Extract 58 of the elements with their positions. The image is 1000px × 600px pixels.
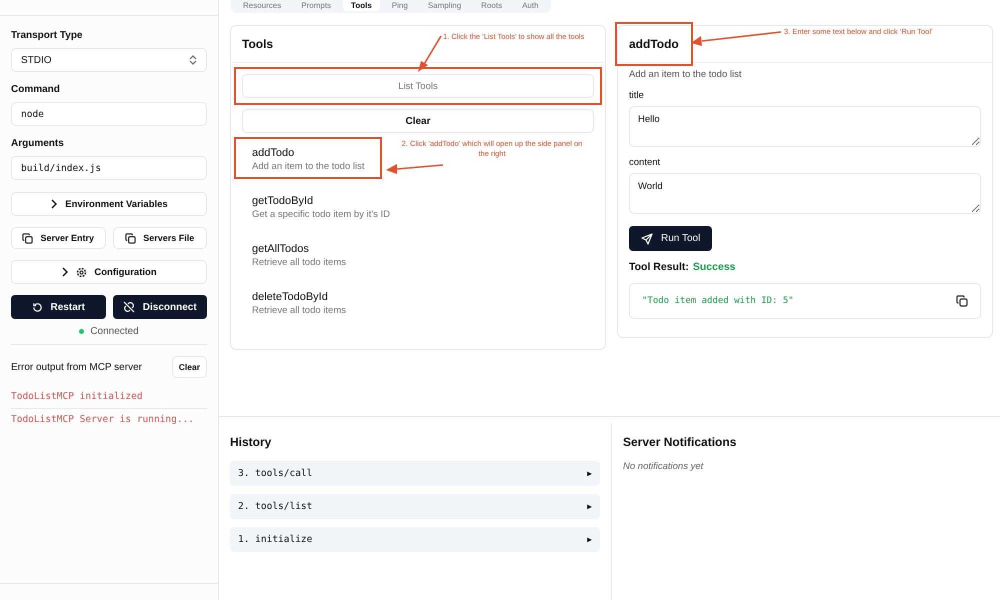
- field-label: title: [629, 90, 645, 101]
- copy-icon[interactable]: [956, 295, 968, 307]
- copy-icon: [22, 232, 34, 244]
- unplug-icon: [122, 301, 135, 313]
- panel-title: addTodo: [617, 24, 691, 64]
- result-label: Tool Result:: [629, 261, 689, 273]
- tab[interactable]: Ping: [384, 0, 416, 11]
- tool-list-item[interactable]: getAllTodos Retrieve all todo items: [236, 235, 362, 273]
- connection-status: Connected: [90, 326, 139, 337]
- error-output-title: Error output from MCP server: [11, 362, 142, 372]
- field-label: Arguments: [11, 138, 65, 149]
- empty-message: No notifications yet: [623, 461, 704, 472]
- error-line: TodoListMCP initialized: [11, 386, 207, 409]
- arguments-field[interactable]: build/index.js: [11, 156, 207, 180]
- annotation-arrow: [385, 161, 445, 175]
- copy-icon: [125, 232, 136, 244]
- field-label: content: [629, 157, 662, 168]
- servers-file-button[interactable]: Servers File: [112, 227, 207, 249]
- run-tool-button[interactable]: Run Tool: [629, 226, 712, 251]
- history-item[interactable]: 1. initialize ▶: [230, 527, 600, 552]
- restart-icon: [32, 302, 43, 312]
- tab[interactable]: Sampling: [420, 0, 470, 11]
- text-area[interactable]: Hello: [629, 106, 981, 147]
- list-tools-button[interactable]: List Tools: [242, 74, 594, 98]
- transport-select[interactable]: STDIO: [11, 48, 207, 72]
- tool-list-item[interactable]: addTodo Add an item to the todo list: [236, 139, 380, 177]
- chevron-right-icon: [61, 267, 70, 277]
- tab[interactable]: Auth: [514, 0, 547, 11]
- tab[interactable]: Roots: [473, 0, 510, 11]
- result-status: Success: [692, 261, 736, 273]
- field-label: Command: [11, 84, 61, 95]
- field-label: Transport Type: [11, 30, 84, 41]
- tool-description: Add an item to the todo list: [629, 69, 742, 80]
- history-item[interactable]: 3. tools/call ▶: [230, 461, 600, 486]
- history-item[interactable]: 2. tools/list ▶: [230, 494, 600, 519]
- environment-variables-button[interactable]: Environment Variables: [11, 192, 207, 216]
- chevron-updown-icon: [189, 55, 197, 65]
- command-field[interactable]: node: [11, 102, 207, 126]
- notifications-title: Server Notifications: [623, 435, 738, 449]
- tab[interactable]: Tools: [343, 0, 380, 11]
- tool-list-item[interactable]: getTodoById Get a specific todo item by it's ID: [236, 187, 406, 225]
- send-icon: [641, 232, 653, 244]
- tab[interactable]: Prompts: [293, 0, 340, 11]
- gear-icon: [76, 266, 88, 278]
- disconnect-button[interactable]: Disconnect: [112, 295, 207, 319]
- clear-button[interactable]: Clear: [172, 356, 207, 378]
- text-area[interactable]: World: [629, 173, 981, 214]
- clear-button[interactable]: Clear: [242, 109, 594, 133]
- tab[interactable]: Resources: [235, 0, 290, 11]
- history-title: History: [230, 435, 272, 449]
- error-line: TodoListMCP Server is running...: [11, 413, 196, 427]
- panel-title: Tools: [242, 37, 274, 51]
- server-entry-button[interactable]: Server Entry: [11, 227, 106, 249]
- configuration-button[interactable]: Configuration: [11, 260, 207, 284]
- result-text: "Todo item added with ID: 5": [642, 296, 794, 306]
- restart-button[interactable]: Restart: [11, 295, 106, 319]
- tool-list-item[interactable]: deleteTodoById Retrieve all todo items: [236, 283, 362, 321]
- chevron-right-icon: [50, 199, 58, 209]
